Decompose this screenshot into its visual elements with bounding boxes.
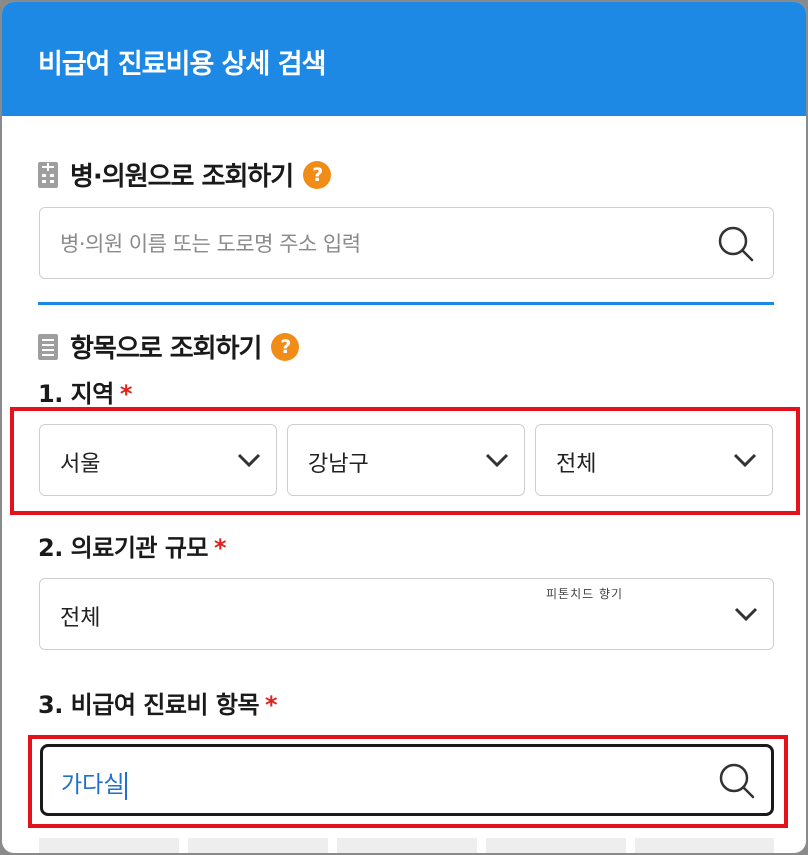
list-icon (38, 333, 58, 360)
hospital-section-title: 병·의원으로 조회하기 ? (38, 156, 332, 193)
region-label: 1. 지역 * (38, 374, 132, 409)
hospital-search-placeholder: 병·의원 이름 또는 도로명 주소 입력 (60, 232, 361, 256)
chevron-down-icon (733, 453, 757, 468)
city-select-value: 서울 (60, 452, 101, 477)
header-bar: 비급여 진료비용 상세 검색 (2, 2, 806, 116)
item-label-text: 3. 비급여 진료비 항목 (38, 691, 260, 719)
chevron-down-icon (485, 453, 509, 468)
app-frame: 비급여 진료비용 상세 검색 병·의원으로 조회하기 ? 병·의원 이름 또는 … (2, 2, 806, 853)
text-caret (125, 771, 128, 800)
bottom-option-tab[interactable] (486, 838, 626, 853)
search-icon[interactable] (716, 224, 756, 264)
bottom-option-tab[interactable] (39, 838, 179, 853)
dong-select[interactable]: 전체 (535, 424, 773, 496)
district-select-value: 강남구 (308, 452, 369, 477)
item-search-input[interactable]: 가다실 (40, 744, 774, 816)
bottom-option-tab[interactable] (188, 838, 328, 853)
item-search-value: 가다실 (61, 772, 125, 798)
bottom-option-tab[interactable] (337, 838, 477, 853)
page-title: 비급여 진료비용 상세 검색 (38, 49, 326, 80)
chevron-down-icon (237, 453, 261, 468)
required-mark: * (265, 691, 278, 719)
scale-label-text: 2. 의료기관 규모 (38, 534, 209, 562)
help-icon[interactable]: ? (303, 160, 332, 189)
scale-label: 2. 의료기관 규모 * (38, 528, 227, 563)
region-label-text: 1. 지역 (38, 380, 114, 408)
dong-select-value: 전체 (556, 452, 597, 477)
item-section-title: 항목으로 조회하기 ? (38, 328, 300, 365)
search-icon[interactable] (717, 761, 757, 801)
item-search-value-wrap: 가다실 (61, 765, 128, 800)
city-select[interactable]: 서울 (39, 424, 277, 496)
district-select[interactable]: 강남구 (287, 424, 525, 496)
hospital-section-label: 병·의원으로 조회하기 (70, 162, 294, 192)
item-label: 3. 비급여 진료비 항목 * (38, 685, 278, 720)
watermark-text: 피톤치드 향기 (546, 587, 624, 601)
scale-select[interactable]: 전체 (39, 578, 774, 650)
required-mark: * (119, 380, 133, 408)
item-section-label: 항목으로 조회하기 (70, 334, 262, 364)
required-mark: * (214, 534, 227, 562)
hospital-icon (38, 161, 58, 188)
scale-select-value: 전체 (60, 606, 101, 631)
bottom-option-tab[interactable] (635, 838, 774, 853)
hospital-search-input[interactable]: 병·의원 이름 또는 도로명 주소 입력 (39, 207, 774, 279)
help-icon[interactable]: ? (271, 332, 300, 361)
section-divider (38, 302, 774, 305)
chevron-down-icon (734, 607, 758, 622)
